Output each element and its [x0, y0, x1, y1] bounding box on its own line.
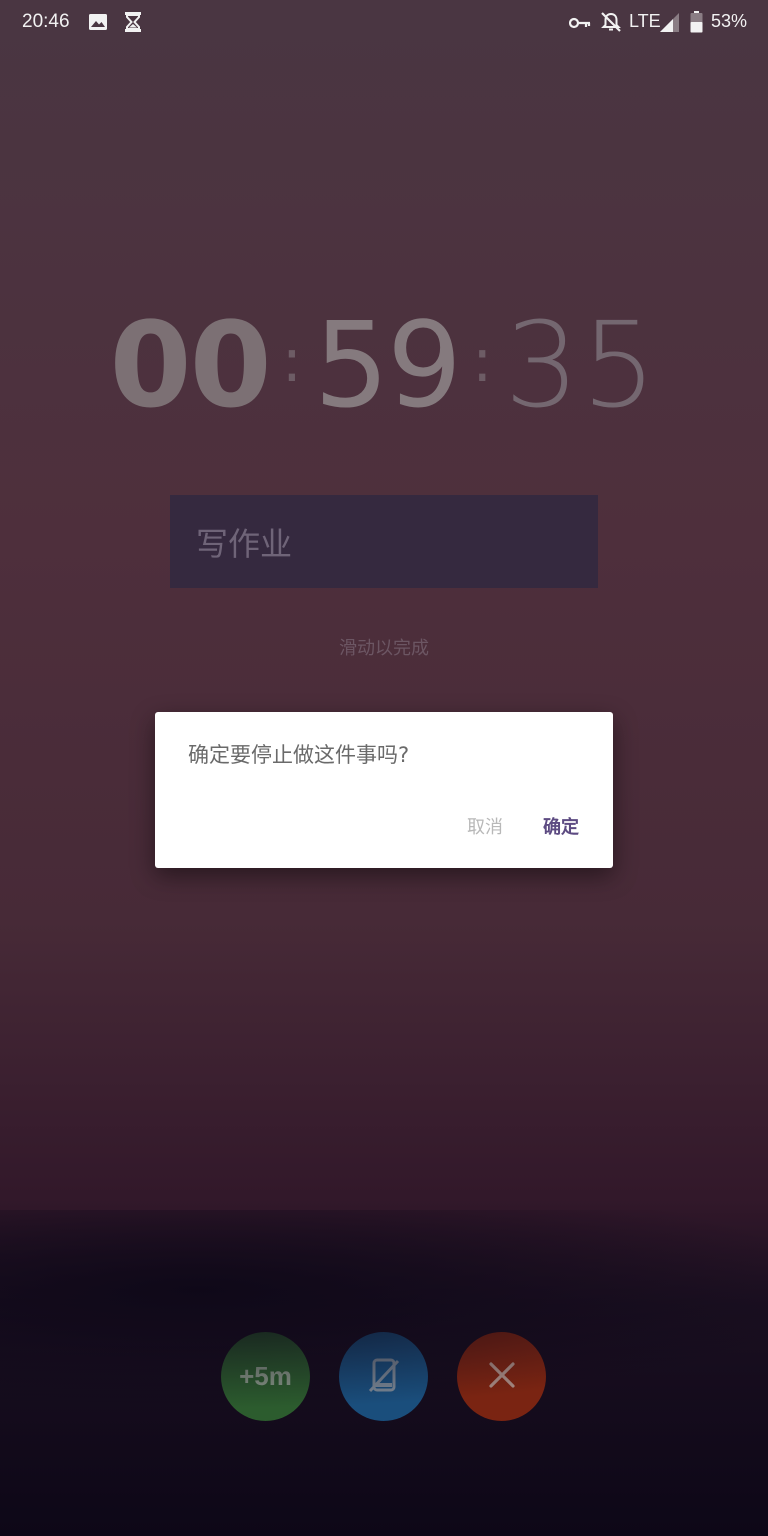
- phone-lock-icon: [364, 1355, 404, 1399]
- dialog-message: 确定要停止做这件事吗?: [188, 743, 410, 767]
- timer-separator: :: [472, 326, 493, 396]
- hourglass-icon: [124, 12, 142, 37]
- image-icon: [88, 12, 108, 37]
- add-time-label: +5m: [239, 1361, 292, 1391]
- status-time: 20:46: [22, 11, 70, 32]
- stop-confirm-dialog: 确定要停止做这件事吗? 取消 确定: [155, 712, 613, 868]
- timer-minutes: 59: [313, 296, 462, 434]
- task-name-box[interactable]: 写作业: [170, 495, 598, 588]
- stop-button[interactable]: [457, 1332, 546, 1421]
- timer-seconds: 35: [504, 296, 659, 434]
- notifications-off-icon: [600, 11, 622, 38]
- focus-timer-screen: 20:46 LTE 53% 00: 59: 35 写作业 滑动以完成 确定要…: [0, 0, 768, 1536]
- battery-percent: 53%: [711, 11, 748, 31]
- network-type: LTE: [629, 11, 661, 31]
- signal-icon: [660, 13, 679, 37]
- battery-icon: [690, 11, 703, 38]
- swipe-hint: 滑动以完成: [339, 638, 429, 659]
- cancel-button[interactable]: 取消: [467, 813, 503, 839]
- add-five-minutes-button[interactable]: +5m: [221, 1332, 310, 1421]
- vpn-key-icon: [568, 14, 591, 35]
- phone-lock-button[interactable]: [339, 1332, 428, 1421]
- timer-hours: 00: [109, 296, 272, 434]
- status-bar: 20:46 LTE 53%: [0, 0, 768, 44]
- task-name: 写作业: [196, 525, 293, 563]
- confirm-button[interactable]: 确定: [543, 813, 579, 839]
- countdown-timer: 00:59:35: [0, 296, 768, 434]
- timer-separator: :: [281, 326, 302, 396]
- close-icon: [487, 1360, 517, 1394]
